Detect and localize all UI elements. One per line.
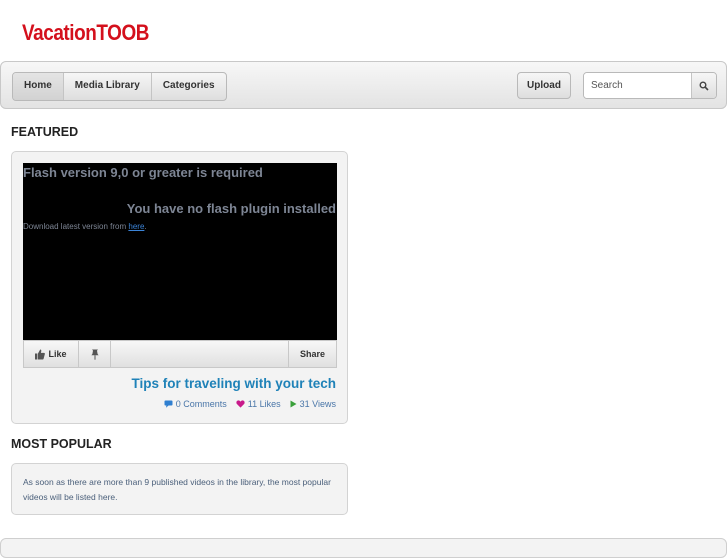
comments-stat[interactable]: 0 Comments xyxy=(164,399,227,409)
pushpin-icon xyxy=(90,349,99,360)
download-prefix: Download latest version from xyxy=(23,222,129,231)
video-title[interactable]: Tips for traveling with your tech xyxy=(131,376,336,391)
site-logo[interactable]: VacationTOOB xyxy=(22,20,149,46)
search-button[interactable] xyxy=(691,73,716,98)
views-count: 31 Views xyxy=(299,399,336,409)
views-stat[interactable]: 31 Views xyxy=(290,399,336,409)
featured-video-card: Flash version 9,0 or greater is required… xyxy=(11,151,348,424)
likes-count: 11 Likes xyxy=(247,399,281,409)
comment-icon xyxy=(164,400,173,408)
download-suffix: . xyxy=(144,222,147,231)
nav-categories[interactable]: Categories xyxy=(152,73,226,100)
no-plugin-message: You have no flash plugin installed xyxy=(126,201,336,216)
download-link[interactable]: here xyxy=(128,222,144,231)
featured-heading: FEATURED xyxy=(11,125,79,139)
footer-bar xyxy=(0,538,727,558)
share-button[interactable]: Share xyxy=(288,341,336,367)
thumbs-up-icon xyxy=(35,349,46,359)
main-nav: Home Media Library Categories xyxy=(12,72,227,101)
play-icon xyxy=(290,400,297,408)
like-label: Like xyxy=(48,349,67,359)
most-popular-heading: MOST POPULAR xyxy=(11,437,112,451)
upload-button[interactable]: Upload xyxy=(517,72,571,99)
video-stats: 0 Comments 11 Likes 31 Views xyxy=(164,399,336,409)
nav-media-library[interactable]: Media Library xyxy=(64,73,152,100)
nav-home[interactable]: Home xyxy=(13,73,64,100)
pin-button[interactable] xyxy=(79,341,111,367)
video-toolbar: Like Share xyxy=(23,340,337,368)
comments-count: 0 Comments xyxy=(175,399,227,409)
video-player[interactable]: Flash version 9,0 or greater is required… xyxy=(23,163,337,340)
search-icon xyxy=(699,81,709,91)
like-button[interactable]: Like xyxy=(24,341,79,367)
top-navbar: Home Media Library Categories Upload xyxy=(0,61,727,109)
download-message: Download latest version from here. xyxy=(23,222,147,231)
search-input[interactable] xyxy=(584,73,691,98)
most-popular-card: As soon as there are more than 9 publish… xyxy=(11,463,348,515)
likes-stat[interactable]: 11 Likes xyxy=(236,399,281,409)
most-popular-message: As soon as there are more than 9 publish… xyxy=(23,477,331,502)
flash-required-message: Flash version 9,0 or greater is required xyxy=(23,165,263,180)
heart-icon xyxy=(236,400,245,408)
search-box xyxy=(583,72,717,99)
